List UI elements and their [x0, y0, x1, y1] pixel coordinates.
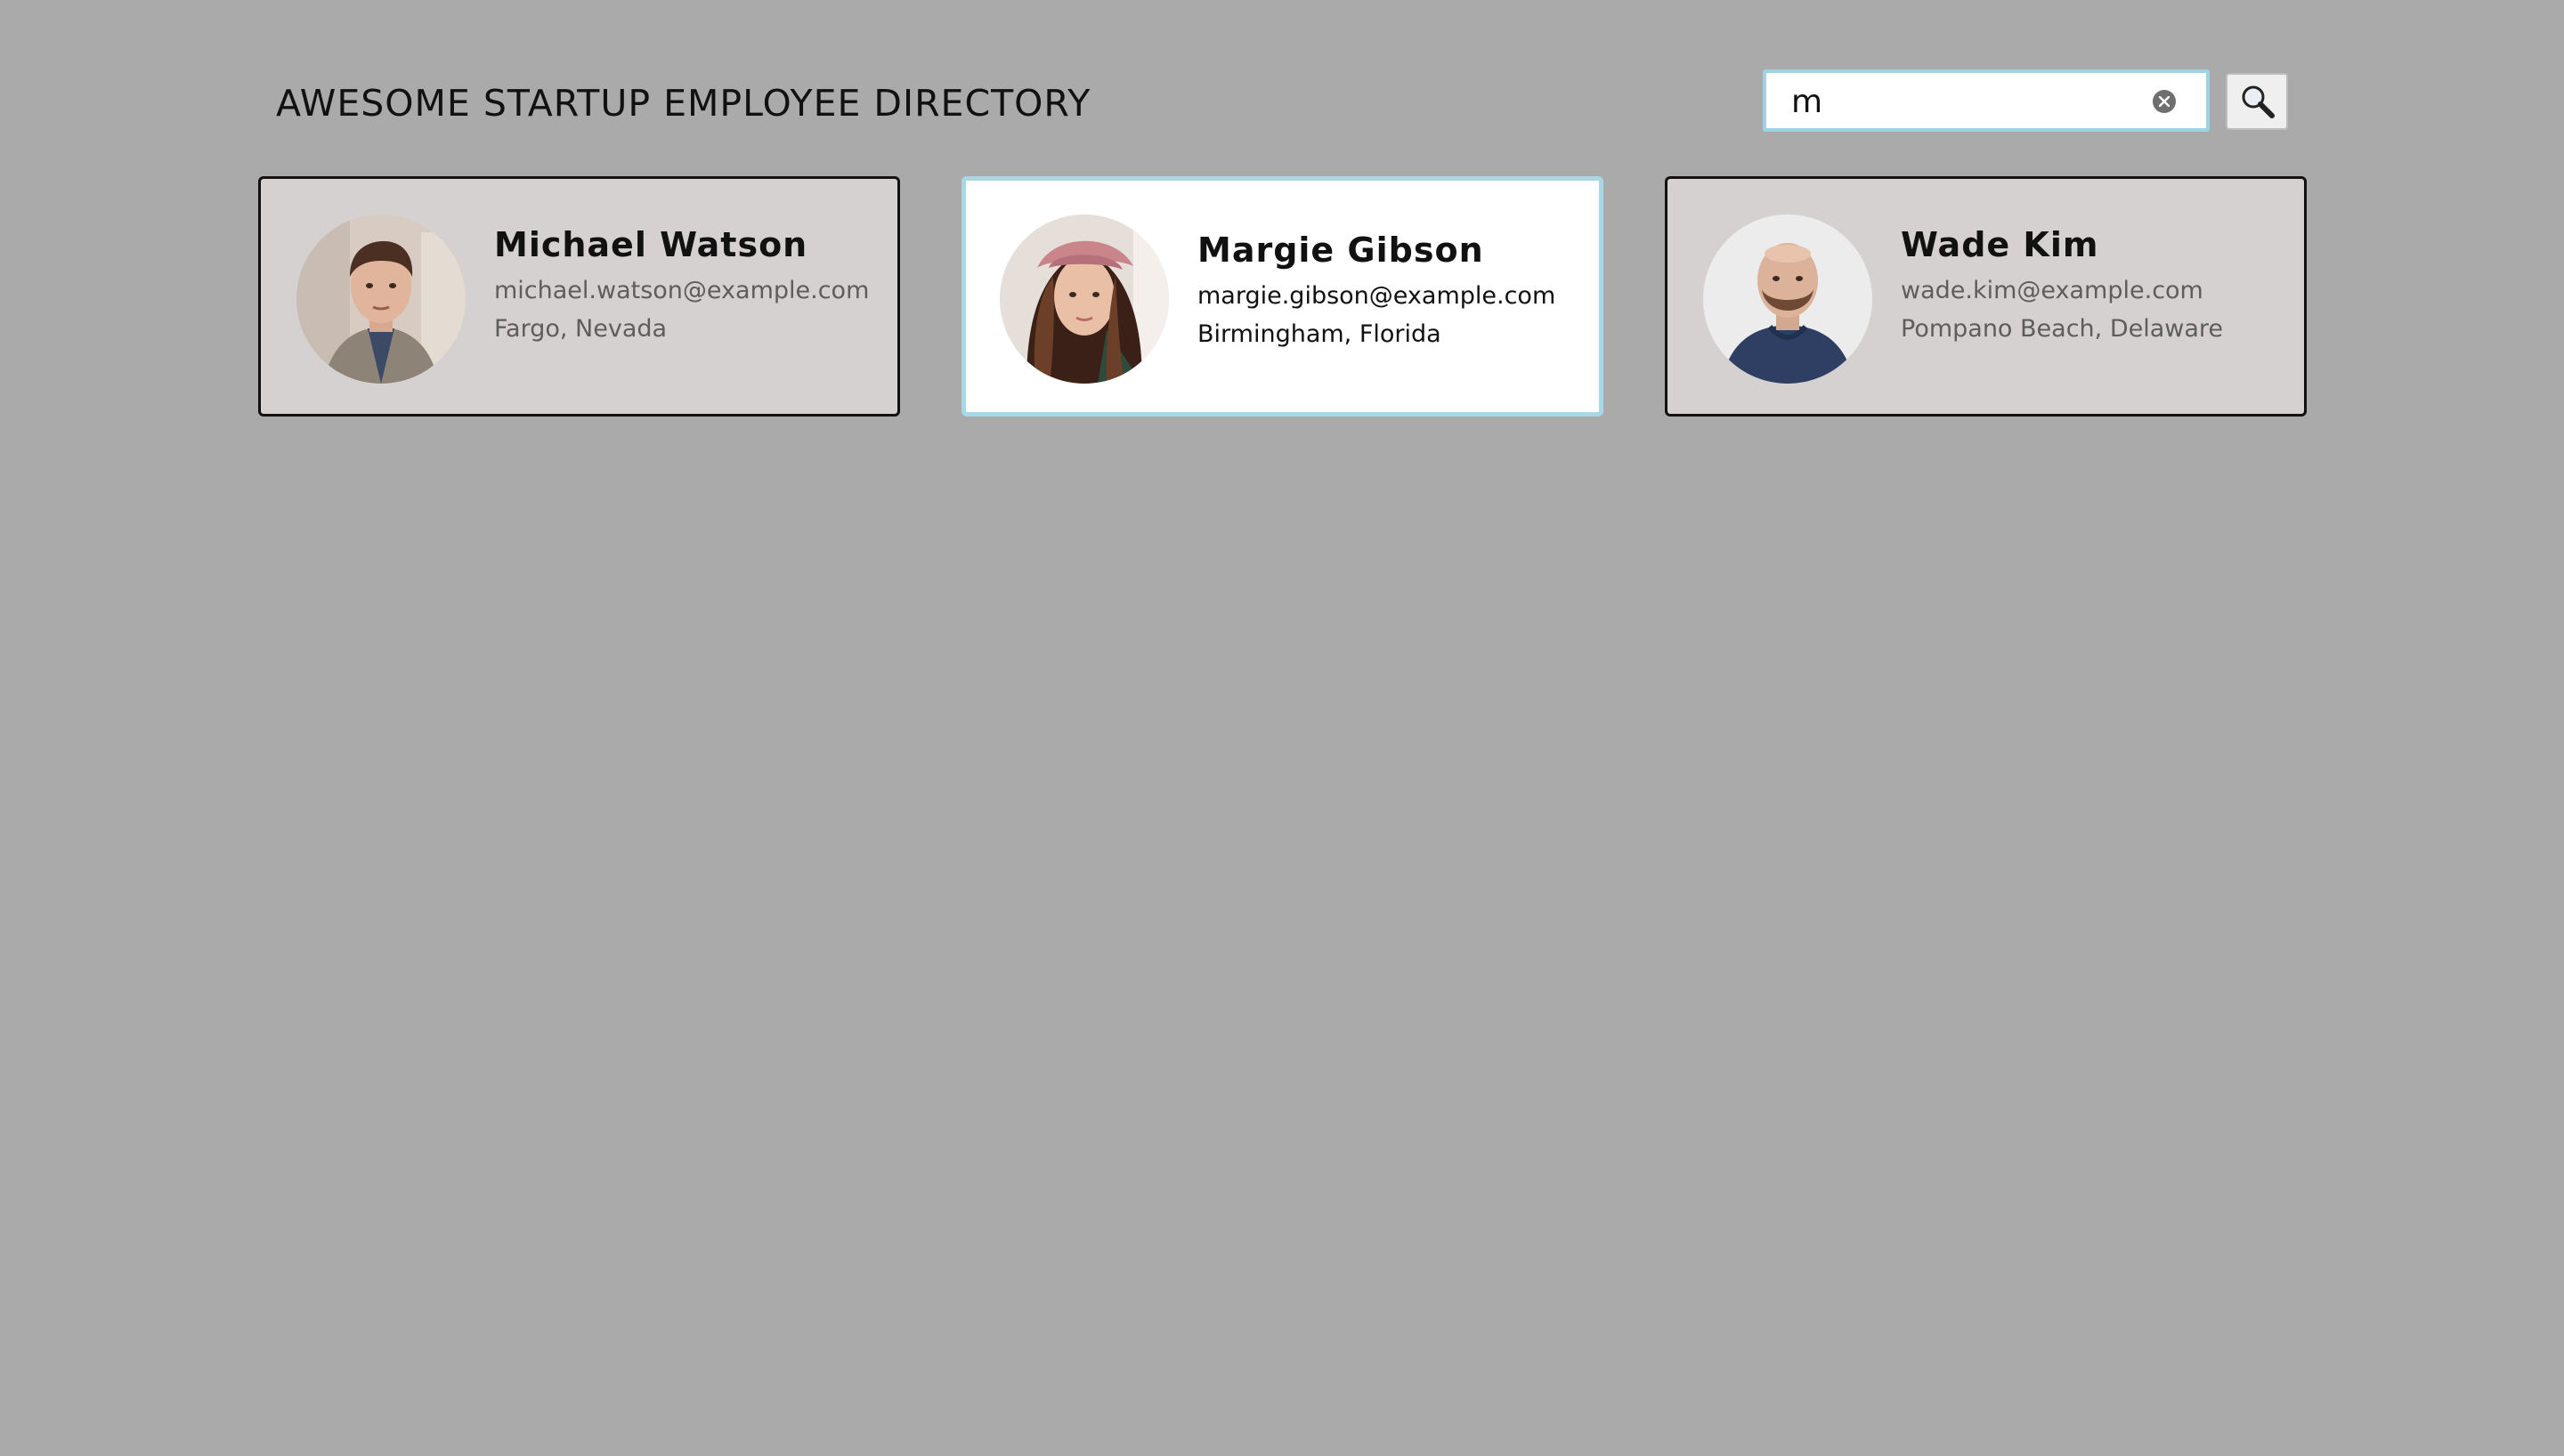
page-title: AWESOME STARTUP EMPLOYEE DIRECTORY: [276, 82, 1091, 125]
employee-info: Michael Watson michael.watson@example.co…: [494, 225, 888, 353]
avatar: [1000, 214, 1169, 384]
employee-name: Margie Gibson: [1197, 231, 1484, 270]
employee-email: michael.watson@example.com: [494, 277, 870, 304]
employee-directory-page: AWESOME STARTUP EMPLOYEE DIRECTORY m Mic…: [0, 0, 2564, 1456]
employee-name: Michael Watson: [494, 225, 808, 264]
clear-search-icon[interactable]: [2153, 90, 2176, 113]
header: AWESOME STARTUP EMPLOYEE DIRECTORY: [258, 59, 2306, 153]
employee-location: Fargo, Nevada: [494, 315, 668, 343]
employee-email: wade.kim@example.com: [1901, 277, 2203, 304]
employee-gallery: Michael Watson michael.watson@example.co…: [258, 176, 2307, 418]
avatar: [1703, 214, 1872, 384]
employee-info: Wade Kim wade.kim@example.com Pompano Be…: [1901, 225, 2295, 353]
employee-info: Margie Gibson margie.gibson@example.com …: [1197, 231, 1590, 359]
search-input[interactable]: [1791, 82, 2147, 121]
avatar: [296, 214, 466, 384]
search-box[interactable]: [1763, 69, 2210, 132]
employee-email: margie.gibson@example.com: [1197, 282, 1556, 310]
search-button[interactable]: [2226, 73, 2288, 130]
employee-name: Wade Kim: [1901, 225, 2099, 264]
employee-location: Pompano Beach, Delaware: [1901, 315, 2224, 343]
employee-card-selected[interactable]: Margie Gibson margie.gibson@example.com …: [961, 176, 1603, 417]
employee-card[interactable]: Michael Watson michael.watson@example.co…: [258, 176, 900, 417]
employee-location: Birmingham, Florida: [1197, 320, 1441, 348]
employee-card[interactable]: Wade Kim wade.kim@example.com Pompano Be…: [1665, 176, 2307, 417]
